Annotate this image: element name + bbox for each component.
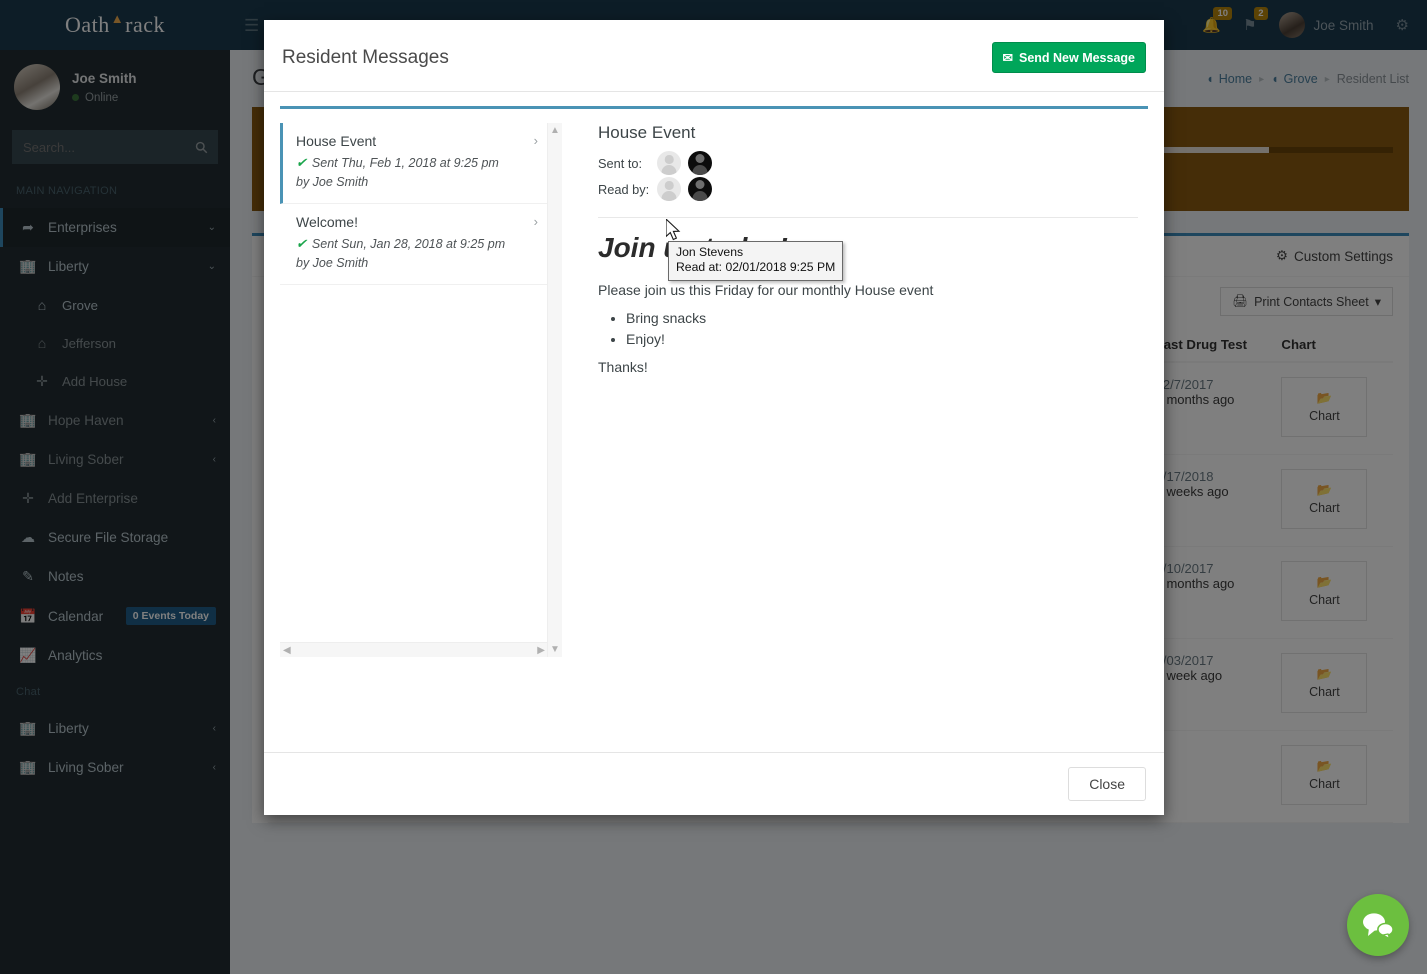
scroll-left-arrow-icon[interactable]: ◀ [283,645,291,656]
send-new-message-button[interactable]: ✉ Send New Message [991,42,1146,73]
message-author: by Joe Smith [296,256,369,270]
mouse-cursor-icon [665,217,683,248]
scroll-down-arrow-icon[interactable]: ▼ [550,642,560,657]
message-list-panel: House Event ✔ Sent Thu, Feb 1, 2018 at 9… [280,123,562,683]
sent-to-label: Sent to: [598,155,643,171]
sent-to-row: Sent to: [598,151,1138,175]
list-item[interactable]: House Event ✔ Sent Thu, Feb 1, 2018 at 9… [280,123,548,204]
vertical-scrollbar[interactable]: ▲ ▼ [547,123,562,657]
app-root: Oath▲rack Joe Smith Online MAIN NAVIGATI… [0,0,1427,974]
chat-bubbles-icon [1363,913,1394,939]
message-detail-panel: House Event Sent to: Read by: Join us to… [576,123,1148,683]
modal-footer: Close [264,752,1164,815]
scroll-up-arrow-icon[interactable]: ▲ [550,123,560,138]
read-by-label: Read by: [598,181,650,197]
message-bullet-list: Bring snacks Enjoy! [626,310,1138,347]
envelope-icon: ✉ [1002,51,1013,65]
horizontal-scrollbar[interactable]: ◀ ▶ [280,642,548,657]
check-circle-icon: ✔ [296,155,307,170]
chevron-right-icon[interactable]: › [534,133,538,148]
list-item: Enjoy! [626,331,1138,347]
avatar[interactable] [657,177,681,201]
message-list: House Event ✔ Sent Thu, Feb 1, 2018 at 9… [280,123,548,657]
resident-messages-modal: Resident Messages ✉ Send New Message Hou… [264,20,1164,815]
list-item[interactable]: Welcome! ✔ Sent Sun, Jan 28, 2018 at 9:2… [280,204,548,285]
avatar-tooltip: Jon Stevens Read at: 02/01/2018 9:25 PM [668,241,844,281]
message-title: House Event [296,133,377,149]
chat-fab-button[interactable] [1347,894,1409,956]
message-sent-line: ✔ Sent Sun, Jan 28, 2018 at 9:25 pm [296,236,506,251]
detail-divider [598,217,1138,218]
avatar[interactable] [688,151,712,175]
avatar[interactable] [657,151,681,175]
message-author: by Joe Smith [296,175,369,189]
modal-body: House Event ✔ Sent Thu, Feb 1, 2018 at 9… [264,92,1164,752]
scroll-right-arrow-icon[interactable]: ▶ [537,645,545,656]
close-button[interactable]: Close [1068,767,1146,801]
modal-title: Resident Messages [282,46,449,68]
tooltip-read-at: Read at: 02/01/2018 9:25 PM [676,260,836,275]
message-title: Welcome! [296,214,358,230]
check-circle-icon: ✔ [296,236,307,251]
message-paragraph: Please join us this Friday for our month… [598,282,934,298]
read-by-row: Read by: [598,177,1138,201]
chevron-right-icon[interactable]: › [534,214,538,229]
message-sent-line: ✔ Sent Thu, Feb 1, 2018 at 9:25 pm [296,155,499,170]
message-closing: Thanks! [598,359,648,375]
tooltip-name: Jon Stevens [676,245,744,259]
list-item: Bring snacks [626,310,1138,326]
avatar[interactable] [688,177,712,201]
modal-header: Resident Messages ✉ Send New Message [264,20,1164,92]
tab-underline [280,106,1148,109]
detail-title: House Event [598,123,696,142]
